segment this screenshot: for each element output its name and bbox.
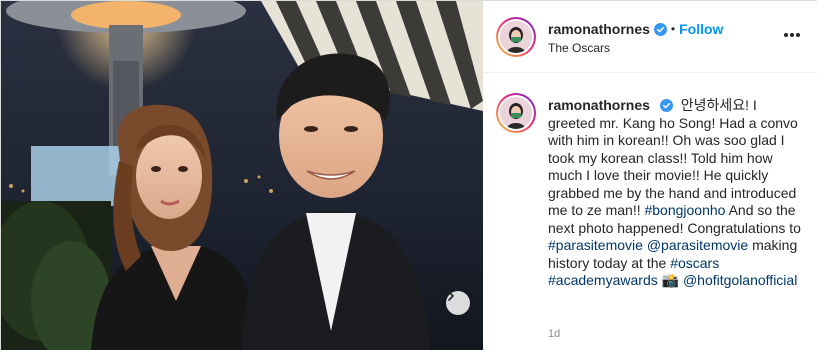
- caption-avatar[interactable]: [496, 93, 536, 133]
- hashtag-link[interactable]: #bongjoonho: [644, 202, 725, 218]
- post-side-panel: ramonathornes • Follow The Oscars ramona…: [484, 1, 817, 350]
- avatar-image: [500, 21, 532, 53]
- post-header: ramonathornes • Follow The Oscars: [484, 1, 817, 73]
- follow-button[interactable]: Follow: [679, 21, 723, 37]
- verified-badge-icon: [659, 99, 673, 112]
- caption-text: 안녕하세요! I greeted mr. Kang ho Song! Had a…: [548, 97, 798, 218]
- mention-link[interactable]: @hofitgolanofficial: [683, 272, 797, 288]
- chevron-right-icon: [448, 291, 455, 301]
- post-photo[interactable]: [1, 1, 483, 350]
- header-user-line: ramonathornes • Follow: [548, 21, 723, 37]
- instagram-post: ramonathornes • Follow The Oscars ramona…: [0, 0, 817, 350]
- hashtag-link[interactable]: #oscars: [670, 255, 719, 271]
- camera-emoji: 📸: [661, 272, 680, 288]
- verified-badge-icon: [653, 22, 667, 36]
- caption-username[interactable]: ramonathornes: [548, 97, 650, 113]
- more-options-icon[interactable]: [784, 33, 800, 37]
- avatar[interactable]: [496, 17, 536, 57]
- post-timestamp[interactable]: 1d: [548, 328, 560, 340]
- mention-link[interactable]: @parasitemovie: [647, 237, 748, 253]
- avatar-image: [500, 97, 532, 129]
- hashtag-link[interactable]: #academyawards: [548, 272, 658, 288]
- photo-illustration: [1, 1, 483, 350]
- separator-dot: •: [670, 22, 676, 36]
- header-username[interactable]: ramonathornes: [548, 21, 650, 37]
- carousel-next-button[interactable]: [446, 291, 470, 315]
- hashtag-link[interactable]: #parasitemovie: [548, 237, 643, 253]
- post-location[interactable]: The Oscars: [548, 41, 610, 55]
- post-caption: ramonathornes 안녕하세요! I greeted mr. Kang …: [548, 97, 804, 290]
